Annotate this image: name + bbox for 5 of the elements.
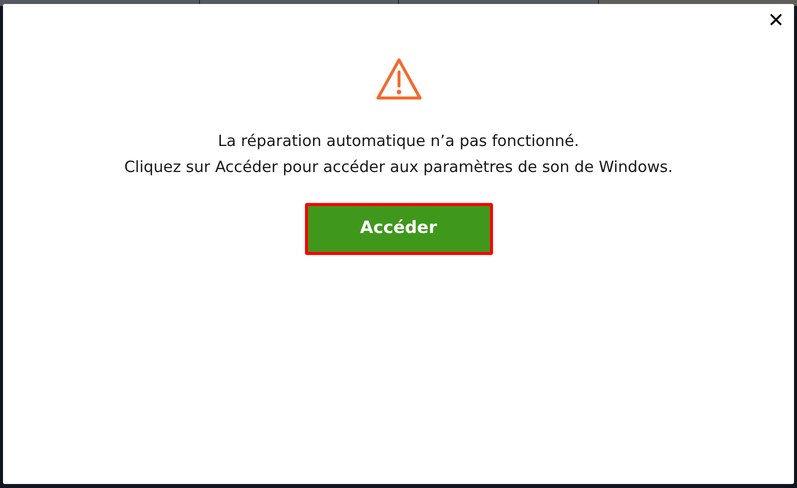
close-button[interactable]: ✕ — [764, 8, 788, 32]
message-text: La réparation automatique n’a pas fonctionné. — [218, 131, 580, 152]
access-button[interactable]: Accéder — [304, 203, 492, 255]
warning-icon — [374, 57, 422, 101]
message-text: Cliquez sur Accéder pour accéder aux paramètres de son de Windows. — [124, 157, 673, 178]
